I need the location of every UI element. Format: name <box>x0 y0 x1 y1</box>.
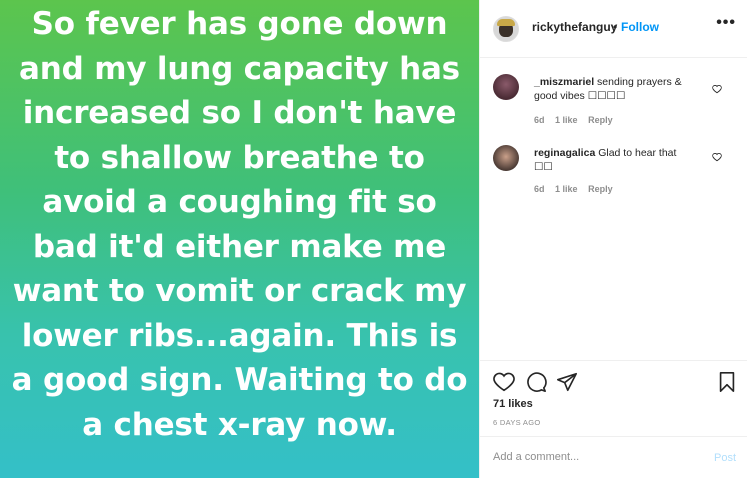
like-comment-heart-icon[interactable] <box>712 84 722 94</box>
like-heart-icon[interactable] <box>493 371 515 393</box>
comment-text: _miszmariel sending prayers & good vibes… <box>534 75 684 103</box>
comment-likes[interactable]: 1 like <box>555 184 578 194</box>
add-comment-input[interactable]: Add a comment... <box>493 451 579 463</box>
author-avatar[interactable] <box>493 16 519 42</box>
follow-button[interactable]: Follow <box>621 20 659 34</box>
post-header: rickythefanguy • Follow ••• <box>480 0 747 58</box>
comment-composer: Add a comment... Post <box>480 436 747 478</box>
comment-age: 6d <box>534 115 545 125</box>
comment-meta: 6d 1 like Reply <box>534 115 621 125</box>
comment-likes[interactable]: 1 like <box>555 115 578 125</box>
comment-meta: 6d 1 like Reply <box>534 184 621 194</box>
comment-text: reginagalica Glad to hear that ☐☐ <box>534 146 684 174</box>
likes-count[interactable]: 71 likes <box>493 398 533 410</box>
reply-button[interactable]: Reply <box>588 115 613 125</box>
comment-age: 6d <box>534 184 545 194</box>
reply-button[interactable]: Reply <box>588 184 613 194</box>
comment-username[interactable]: _miszmariel <box>534 76 594 88</box>
post-image: So fever has gone down and my lung capac… <box>0 0 479 478</box>
author-username[interactable]: rickythefanguy <box>532 20 617 34</box>
save-bookmark-icon[interactable] <box>716 371 738 393</box>
more-options-icon[interactable]: ••• <box>716 14 736 32</box>
post-image-text: So fever has gone down and my lung capac… <box>11 6 468 443</box>
commenter-avatar[interactable] <box>493 74 519 100</box>
post-comment-button[interactable]: Post <box>714 452 736 464</box>
comment-bubble-icon[interactable] <box>525 371 547 393</box>
comment-username[interactable]: reginagalica <box>534 147 595 159</box>
post-actions: 71 likes 6 DAYS AGO <box>480 360 747 436</box>
like-comment-heart-icon[interactable] <box>712 152 722 162</box>
separator-dot: • <box>613 20 618 34</box>
post-timestamp: 6 DAYS AGO <box>493 418 541 427</box>
post-sidebar: rickythefanguy • Follow ••• _miszmariel … <box>479 0 747 478</box>
share-paper-plane-icon[interactable] <box>556 371 578 393</box>
commenter-avatar[interactable] <box>493 145 519 171</box>
